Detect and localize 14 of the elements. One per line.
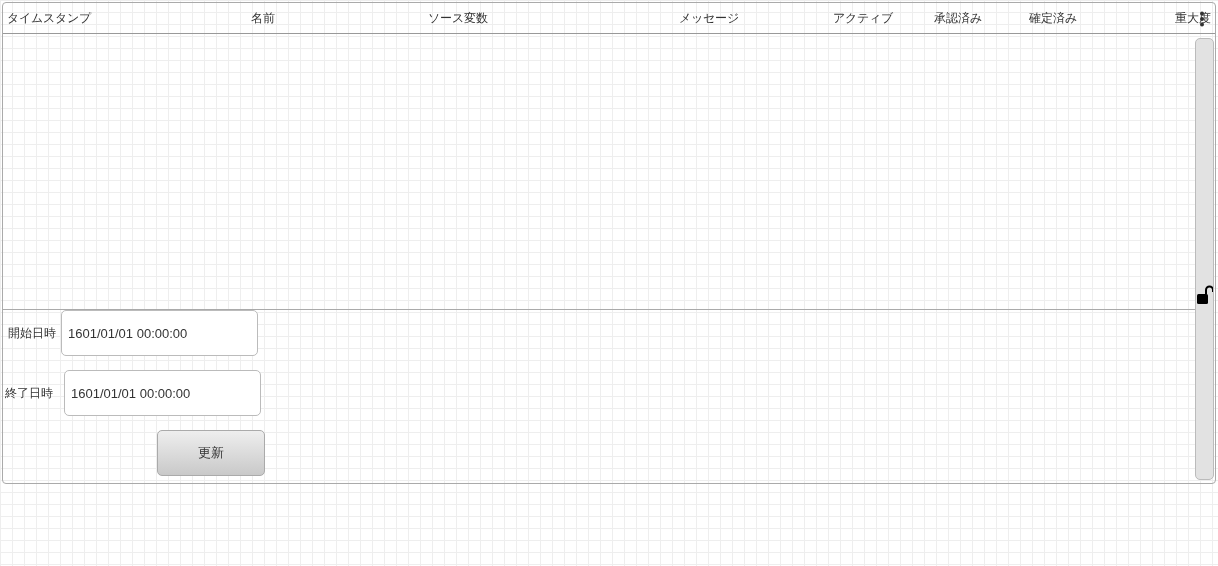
update-button[interactable]: 更新 — [157, 430, 265, 476]
column-header[interactable]: ソース変数 — [428, 11, 488, 25]
column-header[interactable]: 確定済み — [1029, 11, 1077, 25]
column-header[interactable]: アクティブ — [833, 11, 893, 25]
date-time-field[interactable]: 1601/01/01 00:00:00 — [64, 370, 261, 416]
scrollbar[interactable] — [1195, 38, 1214, 480]
column-header[interactable]: タイムスタンプ — [7, 11, 91, 25]
date-time-field[interactable]: 1601/01/01 00:00:00 — [61, 310, 258, 356]
field-label: 開始日時 — [8, 325, 56, 342]
column-header[interactable]: メッセージ — [679, 11, 739, 25]
field-label: 終了日時 — [5, 385, 53, 402]
column-header[interactable]: 承認済み — [934, 11, 982, 25]
column-header[interactable]: 名前 — [251, 11, 275, 25]
padlock-icon[interactable] — [1197, 285, 1213, 305]
